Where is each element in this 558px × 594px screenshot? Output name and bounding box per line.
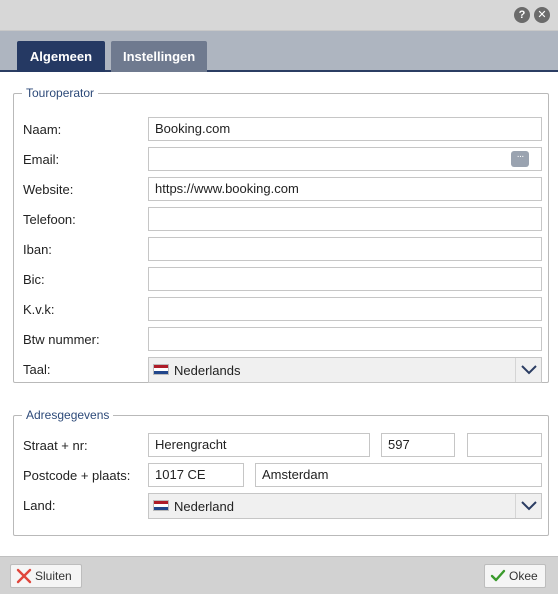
land-row: Land: Nederland bbox=[14, 493, 548, 519]
postcode-input[interactable]: 1017 CE bbox=[148, 463, 244, 487]
naam-input[interactable]: Booking.com bbox=[148, 117, 542, 141]
bic-row: Bic: bbox=[14, 267, 548, 293]
postcode-row: Postcode + plaats: 1017 CE Amsterdam bbox=[14, 463, 548, 489]
close-icon[interactable]: ✕ bbox=[534, 7, 550, 23]
sluiten-button[interactable]: Sluiten bbox=[10, 564, 82, 588]
dialog-footer: Sluiten Okee bbox=[0, 556, 558, 594]
toevoeging-input[interactable] bbox=[467, 433, 542, 457]
website-label: Website: bbox=[23, 182, 74, 197]
okee-label: Okee bbox=[509, 569, 538, 583]
iban-row: Iban: bbox=[14, 237, 548, 263]
email-row: Email: ··· bbox=[14, 147, 548, 173]
sluiten-label: Sluiten bbox=[35, 569, 72, 583]
land-selected-value: Nederland bbox=[174, 499, 234, 514]
postcode-label: Postcode + plaats: bbox=[23, 468, 131, 483]
tab-algemeen[interactable]: Algemeen bbox=[17, 41, 105, 72]
btw-label: Btw nummer: bbox=[23, 332, 100, 347]
huisnummer-input[interactable]: 597 bbox=[381, 433, 455, 457]
btw-input[interactable] bbox=[148, 327, 542, 351]
dutch-flag-icon bbox=[153, 364, 169, 375]
adres-legend: Adresgegevens bbox=[22, 408, 114, 422]
checkmark-icon bbox=[490, 569, 506, 582]
tab-instellingen[interactable]: Instellingen bbox=[111, 41, 207, 72]
telefoon-row: Telefoon: bbox=[14, 207, 548, 233]
email-label: Email: bbox=[23, 152, 60, 167]
straat-label: Straat + nr: bbox=[23, 438, 88, 453]
btw-row: Btw nummer: bbox=[14, 327, 548, 353]
help-icon[interactable]: ? bbox=[514, 7, 530, 23]
chevron-down-icon[interactable] bbox=[515, 494, 541, 518]
taal-select[interactable]: Nederlands bbox=[148, 357, 542, 383]
dutch-flag-icon bbox=[153, 500, 169, 511]
taal-selected-value: Nederlands bbox=[174, 363, 241, 378]
kvk-input[interactable] bbox=[148, 297, 542, 321]
okee-button[interactable]: Okee bbox=[484, 564, 546, 588]
website-input[interactable]: https://www.booking.com bbox=[148, 177, 542, 201]
dialog-content: Touroperator Naam: Booking.com Email: ··… bbox=[0, 72, 558, 556]
straat-input[interactable]: Herengracht bbox=[148, 433, 370, 457]
taal-label: Taal: bbox=[23, 362, 51, 377]
website-row: Website: https://www.booking.com bbox=[14, 177, 548, 203]
dialog-titlebar: ? ✕ bbox=[0, 0, 558, 31]
adres-fieldset: Adresgegevens Straat + nr: Herengracht 5… bbox=[13, 408, 549, 536]
land-label: Land: bbox=[23, 498, 56, 513]
email-input[interactable]: ··· bbox=[148, 147, 542, 171]
bic-input[interactable] bbox=[148, 267, 542, 291]
iban-input[interactable] bbox=[148, 237, 542, 261]
land-select[interactable]: Nederland bbox=[148, 493, 542, 519]
close-x-icon bbox=[16, 568, 32, 584]
plaats-input[interactable]: Amsterdam bbox=[255, 463, 542, 487]
iban-label: Iban: bbox=[23, 242, 52, 257]
kvk-row: K.v.k: bbox=[14, 297, 548, 323]
touroperator-fieldset: Touroperator Naam: Booking.com Email: ··… bbox=[13, 86, 549, 383]
naam-label: Naam: bbox=[23, 122, 62, 137]
telefoon-input[interactable] bbox=[148, 207, 542, 231]
naam-row: Naam: Booking.com bbox=[14, 117, 548, 143]
chevron-down-icon[interactable] bbox=[515, 358, 541, 382]
telefoon-label: Telefoon: bbox=[23, 212, 76, 227]
kvk-label: K.v.k: bbox=[23, 302, 55, 317]
more-options-icon[interactable]: ··· bbox=[511, 151, 529, 167]
touroperator-legend: Touroperator bbox=[22, 86, 99, 100]
straat-row: Straat + nr: Herengracht 597 bbox=[14, 433, 548, 459]
tab-bar: Algemeen Instellingen bbox=[0, 31, 558, 72]
taal-row: Taal: Nederlands bbox=[14, 357, 548, 383]
bic-label: Bic: bbox=[23, 272, 45, 287]
